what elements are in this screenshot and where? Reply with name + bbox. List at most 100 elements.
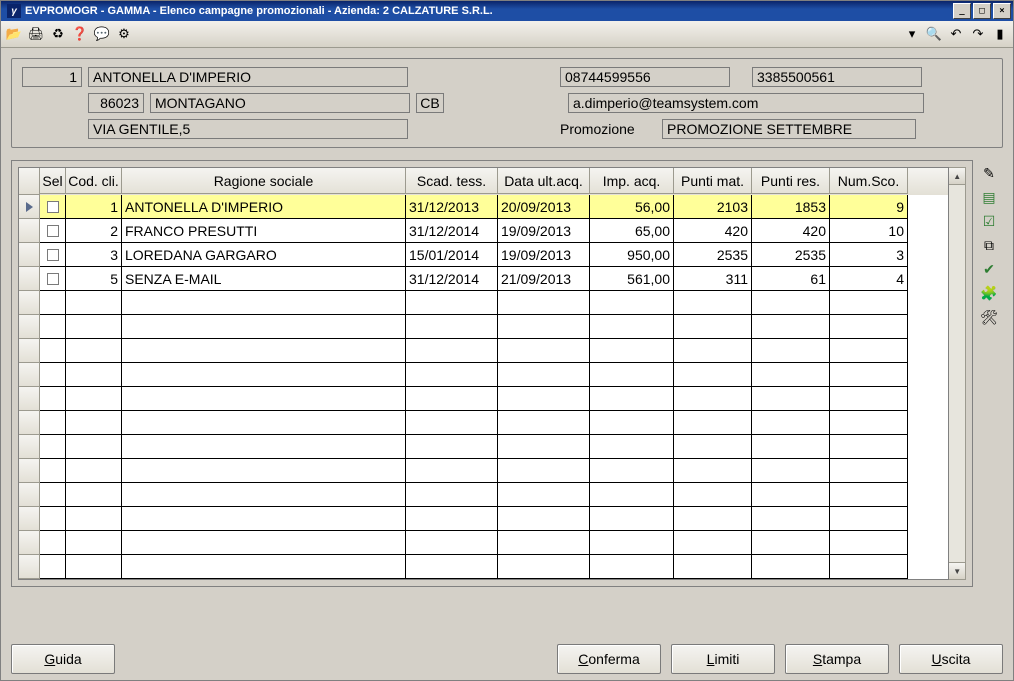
label-promozione: Promozione — [560, 121, 656, 137]
app-icon: γ — [7, 4, 21, 18]
checkbox[interactable] — [47, 249, 59, 261]
cell-sel[interactable] — [40, 219, 66, 243]
tools-icon[interactable]: 🛠 — [980, 308, 998, 326]
maximize-button[interactable]: □ — [973, 3, 991, 19]
table-row-empty — [19, 291, 948, 315]
refresh-icon[interactable]: ♻ — [49, 25, 67, 43]
field-cap: 86023 — [88, 93, 144, 113]
cell-cod: 3 — [66, 243, 122, 267]
puzzle-icon[interactable]: 🧩 — [980, 284, 998, 302]
table-row-empty — [19, 411, 948, 435]
checkbox[interactable] — [47, 201, 59, 213]
cell-pm: 2103 — [674, 195, 752, 219]
cell-cod: 5 — [66, 267, 122, 291]
table-row[interactable]: 1ANTONELLA D'IMPERIO31/12/201320/09/2013… — [19, 195, 948, 219]
table-row-empty — [19, 483, 948, 507]
field-promozione: PROMOZIONE SETTEMBRE — [662, 119, 916, 139]
row-header — [19, 219, 40, 243]
grid-header: Sel Cod. cli. Ragione sociale Scad. tess… — [19, 168, 948, 195]
gear-icon[interactable]: ⚙ — [115, 25, 133, 43]
field-email: a.dimperio@teamsystem.com — [568, 93, 924, 113]
field-prov: CB — [416, 93, 444, 113]
data-grid[interactable]: Sel Cod. cli. Ragione sociale Scad. tess… — [18, 167, 949, 580]
cell-ns: 3 — [830, 243, 908, 267]
table-row-empty — [19, 507, 948, 531]
exit-icon[interactable]: ▮ — [991, 25, 1009, 43]
stampa-button[interactable]: Stampa — [785, 644, 889, 674]
open-icon[interactable]: 📂 — [5, 25, 23, 43]
cell-data: 19/09/2013 — [498, 243, 590, 267]
field-nome: ANTONELLA D'IMPERIO — [88, 67, 408, 87]
table-row[interactable]: 5SENZA E-MAIL31/12/201421/09/2013561,003… — [19, 267, 948, 291]
cell-rag: FRANCO PRESUTTI — [122, 219, 406, 243]
col-sel[interactable]: Sel — [40, 168, 66, 194]
minimize-button[interactable]: _ — [953, 3, 971, 19]
col-pr[interactable]: Punti res. — [752, 168, 830, 194]
cell-sel[interactable] — [40, 243, 66, 267]
cell-scad: 31/12/2013 — [406, 195, 498, 219]
table-row-empty — [19, 555, 948, 579]
grid-panel: Sel Cod. cli. Ragione sociale Scad. tess… — [11, 160, 973, 587]
conferma-button[interactable]: Conferma — [557, 644, 661, 674]
col-cod[interactable]: Cod. cli. — [66, 168, 122, 194]
limiti-button[interactable]: Limiti — [671, 644, 775, 674]
cell-rag: ANTONELLA D'IMPERIO — [122, 195, 406, 219]
cell-rag: LOREDANA GARGARO — [122, 243, 406, 267]
checkbox[interactable] — [47, 225, 59, 237]
uscita-button[interactable]: Uscita — [899, 644, 1003, 674]
cell-ns: 9 — [830, 195, 908, 219]
table-row[interactable]: 3LOREDANA GARGARO15/01/201419/09/2013950… — [19, 243, 948, 267]
comment-icon[interactable]: 💬 — [93, 25, 111, 43]
select-all-icon[interactable]: ☑ — [980, 212, 998, 230]
table-row-empty — [19, 435, 948, 459]
apply-icon[interactable]: ✔ — [980, 260, 998, 278]
cell-sel[interactable] — [40, 267, 66, 291]
row-header — [19, 195, 40, 219]
copy-icon[interactable]: ⧉ — [980, 236, 998, 254]
row-header — [19, 267, 40, 291]
cell-sel[interactable] — [40, 195, 66, 219]
grid-vscroll[interactable]: ▲ ▼ — [949, 167, 966, 580]
cell-imp: 65,00 — [590, 219, 674, 243]
side-toolbar: ✎ ▤ ☑ ⧉ ✔ 🧩 🛠 — [975, 160, 1003, 587]
checkbox[interactable] — [47, 273, 59, 285]
col-pm[interactable]: Punti mat. — [674, 168, 752, 194]
cell-data: 21/09/2013 — [498, 267, 590, 291]
cell-pm: 420 — [674, 219, 752, 243]
search-icon[interactable]: 🔍 — [925, 25, 943, 43]
cell-pm: 311 — [674, 267, 752, 291]
window-title: EVPROMOGR - GAMMA - Elenco campagne prom… — [25, 5, 951, 17]
scroll-down-icon[interactable]: ▼ — [949, 562, 965, 579]
table-row-empty — [19, 315, 948, 339]
guida-button[interactable]: Guida — [11, 644, 115, 674]
table-row-empty — [19, 387, 948, 411]
field-tel2: 3385500561 — [752, 67, 922, 87]
cell-pr: 420 — [752, 219, 830, 243]
cell-scad: 31/12/2014 — [406, 267, 498, 291]
excel-icon[interactable]: ▤ — [980, 188, 998, 206]
scroll-up-icon[interactable]: ▲ — [949, 168, 965, 185]
table-row[interactable]: 2FRANCO PRESUTTI31/12/201419/09/201365,0… — [19, 219, 948, 243]
print-icon[interactable]: 🖨 — [27, 25, 45, 43]
col-data[interactable]: Data ult.acq. — [498, 168, 590, 194]
table-row-empty — [19, 363, 948, 387]
cell-pm: 2535 — [674, 243, 752, 267]
col-scad[interactable]: Scad. tess. — [406, 168, 498, 194]
titlebar: γ EVPROMOGR - GAMMA - Elenco campagne pr… — [1, 1, 1013, 21]
cell-cod: 1 — [66, 195, 122, 219]
undo-icon[interactable]: ↶ — [947, 25, 965, 43]
redo-icon[interactable]: ↷ — [969, 25, 987, 43]
table-row-empty — [19, 531, 948, 555]
cell-scad: 15/01/2014 — [406, 243, 498, 267]
cell-ns: 4 — [830, 267, 908, 291]
help-icon[interactable]: ❓ — [71, 25, 89, 43]
close-button[interactable]: × — [993, 3, 1011, 19]
field-citta: MONTAGANO — [150, 93, 410, 113]
chevron-down-icon[interactable]: ▾ — [903, 25, 921, 43]
col-rag[interactable]: Ragione sociale — [122, 168, 406, 194]
col-imp[interactable]: Imp. acq. — [590, 168, 674, 194]
col-ns[interactable]: Num.Sco. — [830, 168, 908, 194]
cell-rag: SENZA E-MAIL — [122, 267, 406, 291]
table-row-empty — [19, 459, 948, 483]
edit-icon[interactable]: ✎ — [980, 164, 998, 182]
